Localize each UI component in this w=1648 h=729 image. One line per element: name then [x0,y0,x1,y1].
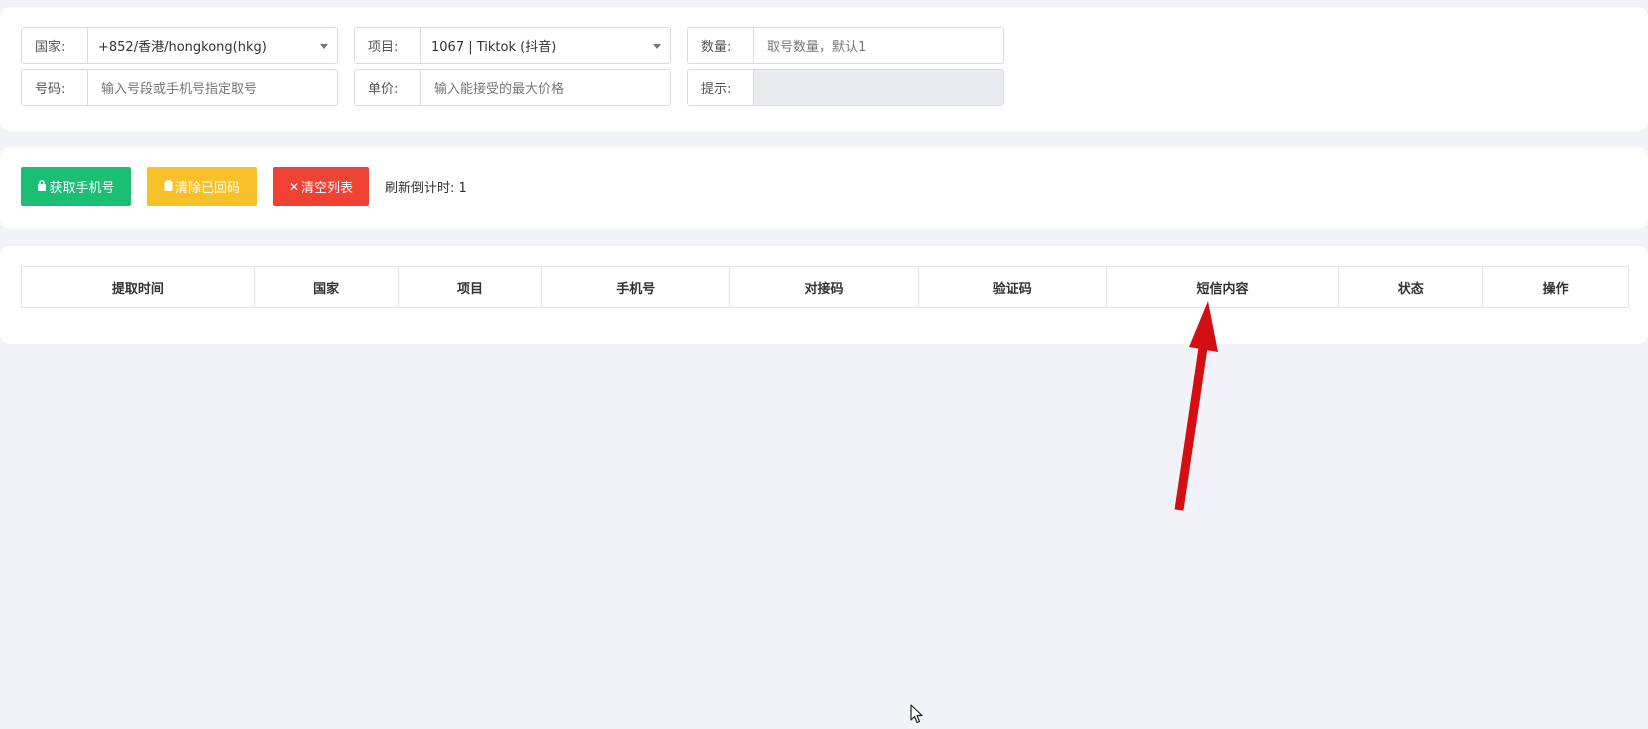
project-select[interactable]: 项目: 1067 | Tiktok (抖音) [354,27,671,64]
number-label: 号码: [22,70,88,105]
column-header-project: 项目 [399,267,543,307]
actions-card: 获取手机号 清除已回码 ✕ 清空列表 刷新倒计时: 1 [0,147,1648,229]
number-input[interactable]: 输入号段或手机号指定取号 [88,70,337,105]
column-header-status: 状态 [1339,267,1484,307]
project-value[interactable]: 1067 | Tiktok (抖音) [421,28,670,63]
country-select[interactable]: 国家: +852/香港/hongkong(hkg) [21,27,338,64]
column-header-sms-content: 短信内容 [1107,267,1340,307]
price-input[interactable]: 输入能接受的最大价格 [421,70,670,105]
column-header-country: 国家 [255,267,399,307]
column-header-dock-code: 对接码 [730,267,919,307]
country-label: 国家: [22,28,88,63]
quantity-label: 数量: [688,28,754,63]
caret-down-icon [320,44,328,49]
number-field[interactable]: 号码: 输入号段或手机号指定取号 [21,69,338,106]
price-label: 单价: [355,70,421,105]
column-header-phone: 手机号 [542,267,731,307]
country-value[interactable]: +852/香港/hongkong(hkg) [88,28,337,63]
lock-icon [37,179,47,194]
caret-down-icon [653,44,661,49]
clear-list-label: 清空列表 [301,181,354,196]
quantity-field[interactable]: 数量: 取号数量，默认1 [687,27,1004,64]
hint-value [754,70,1003,105]
clear-received-label: 清除已回码 [174,181,240,196]
results-table-card: 提取时间 国家 项目 手机号 对接码 验证码 短信内容 状态 操作 [0,246,1648,344]
project-label: 项目: [355,28,421,63]
column-header-extract-time: 提取时间 [22,267,255,307]
hint-field: 提示: [687,69,1004,106]
mouse-pointer-icon [910,704,923,724]
clear-received-button[interactable]: 清除已回码 [147,167,257,206]
refresh-countdown: 刷新倒计时: 1 [385,181,467,196]
price-field[interactable]: 单价: 输入能接受的最大价格 [354,69,671,106]
get-phone-label: 获取手机号 [49,181,115,196]
column-header-verification-code: 验证码 [919,267,1107,307]
filter-form-card: 国家: +852/香港/hongkong(hkg) 号码: 输入号段或手机号指定… [0,7,1648,131]
get-phone-button[interactable]: 获取手机号 [21,167,131,206]
clear-list-button[interactable]: ✕ 清空列表 [273,167,369,206]
column-header-action: 操作 [1542,281,1569,297]
clipboard-icon [164,179,173,194]
hint-label: 提示: [688,70,754,105]
quantity-input[interactable]: 取号数量，默认1 [754,28,1003,63]
close-icon: ✕ [288,179,300,194]
results-table-header: 提取时间 国家 项目 手机号 对接码 验证码 短信内容 状态 操作 [21,266,1629,308]
